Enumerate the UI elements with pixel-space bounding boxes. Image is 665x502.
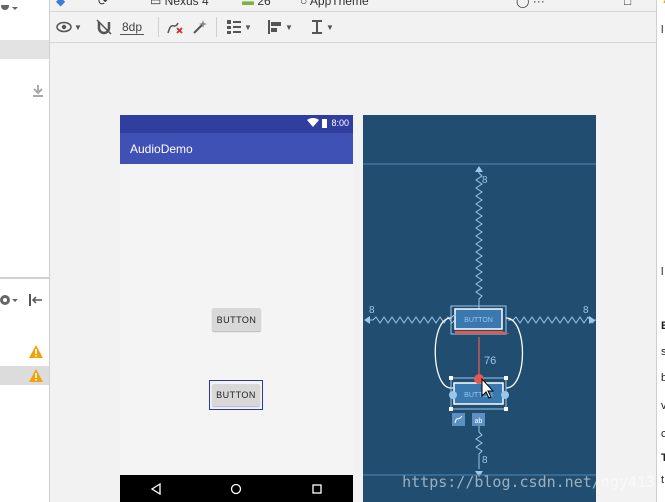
orientation-icon[interactable]: ⟳ <box>98 0 108 8</box>
api-selector[interactable]: ▬ 26 <box>242 0 271 8</box>
download-icon[interactable] <box>31 84 45 98</box>
chevron-down-icon: ▼ <box>244 22 252 32</box>
resize-handle[interactable] <box>504 376 508 380</box>
navigation-bar <box>120 475 353 502</box>
theme-selector[interactable]: ○ AppTheme <box>300 0 369 8</box>
blueprint-button-1-label: BUTTON <box>464 317 493 324</box>
locale-selector[interactable]: ◯ ··· <box>516 0 545 8</box>
design-surface[interactable]: 8:00 AudioDemo BUTTON BUTTON <box>120 115 353 502</box>
right-constraint-spring <box>508 316 596 324</box>
blueprint-canvas: 8 8 8 BUTTON 76 BUTTON ab 8 <box>363 163 596 477</box>
toolbar-separator <box>216 17 217 37</box>
left-panel <box>0 0 50 502</box>
resize-handle[interactable] <box>449 376 453 380</box>
infer-constraints-button[interactable] <box>192 18 208 36</box>
warning-icon: ▲ <box>661 0 665 6</box>
clear-constraints-tool-icon[interactable] <box>452 413 465 426</box>
back-icon[interactable] <box>150 483 162 495</box>
layout-toolbar: ▼ 8dp ▼ ▼ ▼ <box>50 12 656 43</box>
guidelines-button[interactable]: ▼ <box>310 18 334 36</box>
magnet-off-icon <box>96 19 112 35</box>
resize-handle[interactable] <box>449 407 453 411</box>
top-constraint-spring <box>475 167 483 314</box>
top-margin-label: 8 <box>482 175 488 186</box>
default-margin-button[interactable]: 8dp <box>120 18 145 36</box>
zoom-icon[interactable]: □ <box>624 0 631 8</box>
left-constraint-arrow <box>364 316 370 324</box>
warning-icon <box>29 345 43 358</box>
warning-icon <box>29 369 43 382</box>
guideline-icon <box>312 20 322 34</box>
baseline-handle-bar[interactable] <box>455 331 510 334</box>
magic-wand-icon <box>193 20 207 34</box>
right-panel: ▲ l l B s b v c T t <box>656 0 665 502</box>
view-options-button[interactable]: ▼ <box>56 18 82 36</box>
clear-constraints-icon <box>167 22 183 34</box>
top-constraint-arrow <box>475 166 483 172</box>
wifi-battery-icon <box>307 118 327 128</box>
right-anchor-handle[interactable] <box>501 391 509 399</box>
design-mode-icon[interactable]: ◆ <box>56 0 65 8</box>
right-panel-label: b <box>661 372 665 384</box>
between-margin-label: 76 <box>484 355 496 367</box>
pack-button[interactable]: ▼ <box>226 18 252 36</box>
app-bar: AudioDemo <box>120 133 353 164</box>
right-panel-label: B <box>661 320 665 332</box>
chevron-down-icon: ▼ <box>326 22 334 32</box>
api-label: 26 <box>257 0 271 8</box>
right-panel-label: c <box>661 428 665 440</box>
resize-handle[interactable] <box>504 407 508 411</box>
right-panel-label: l <box>661 24 664 36</box>
bottom-margin-label: 8 <box>482 455 488 466</box>
device-label: Nexus 4 <box>164 0 209 8</box>
eye-icon <box>56 21 72 33</box>
left-margin-label: 8 <box>369 305 375 316</box>
default-margin-value: 8dp <box>120 19 145 35</box>
left-anchor-handle[interactable] <box>449 391 457 399</box>
settings-gear-icon[interactable] <box>0 0 18 10</box>
blueprint-surface[interactable]: 8 8 8 BUTTON 76 BUTTON ab 8 <box>363 115 596 502</box>
device-selector[interactable]: ▭ Nexus 4 <box>150 0 209 8</box>
pin-icon[interactable] <box>28 293 44 307</box>
right-panel-label: s <box>661 346 665 358</box>
chevron-down-icon: ▼ <box>285 22 293 32</box>
right-chain-connector <box>505 317 524 389</box>
pack-icon <box>227 20 241 34</box>
autoconnect-button[interactable] <box>96 18 112 36</box>
recents-icon[interactable] <box>311 483 323 495</box>
left-constraint-spring <box>365 316 462 324</box>
right-panel-label: v <box>661 400 665 412</box>
device-config-bar: ◆ ⟳ ▭ Nexus 4 ▬ 26 ○ AppTheme ◯ ··· □ <box>50 0 656 12</box>
status-time: 8:00 <box>331 118 349 128</box>
baseline-tool-glyph: ab <box>475 418 483 425</box>
button-2-selection[interactable]: BUTTON <box>209 380 263 410</box>
home-icon[interactable] <box>230 483 242 495</box>
right-panel-label: t <box>661 474 665 486</box>
status-bar: 8:00 <box>120 115 353 133</box>
panel-divider <box>0 277 49 279</box>
button-2[interactable]: BUTTON <box>212 384 260 406</box>
align-button[interactable]: ▼ <box>267 18 293 36</box>
toolbar-separator <box>158 17 159 37</box>
button-1[interactable]: BUTTON <box>212 308 261 331</box>
align-left-icon <box>268 20 281 34</box>
attributes-gear-icon[interactable] <box>0 293 20 307</box>
clear-constraints-button[interactable] <box>166 18 184 36</box>
chevron-down-icon: ▼ <box>74 22 82 32</box>
right-margin-label: 8 <box>583 305 589 316</box>
selected-row[interactable] <box>0 40 49 59</box>
right-panel-label: T <box>661 452 665 464</box>
theme-label: AppTheme <box>309 0 369 8</box>
app-title: AudioDemo <box>130 142 193 156</box>
right-panel-label: l <box>661 266 664 278</box>
watermark: https://blog.csdn.net/ngy413 <box>402 473 655 491</box>
